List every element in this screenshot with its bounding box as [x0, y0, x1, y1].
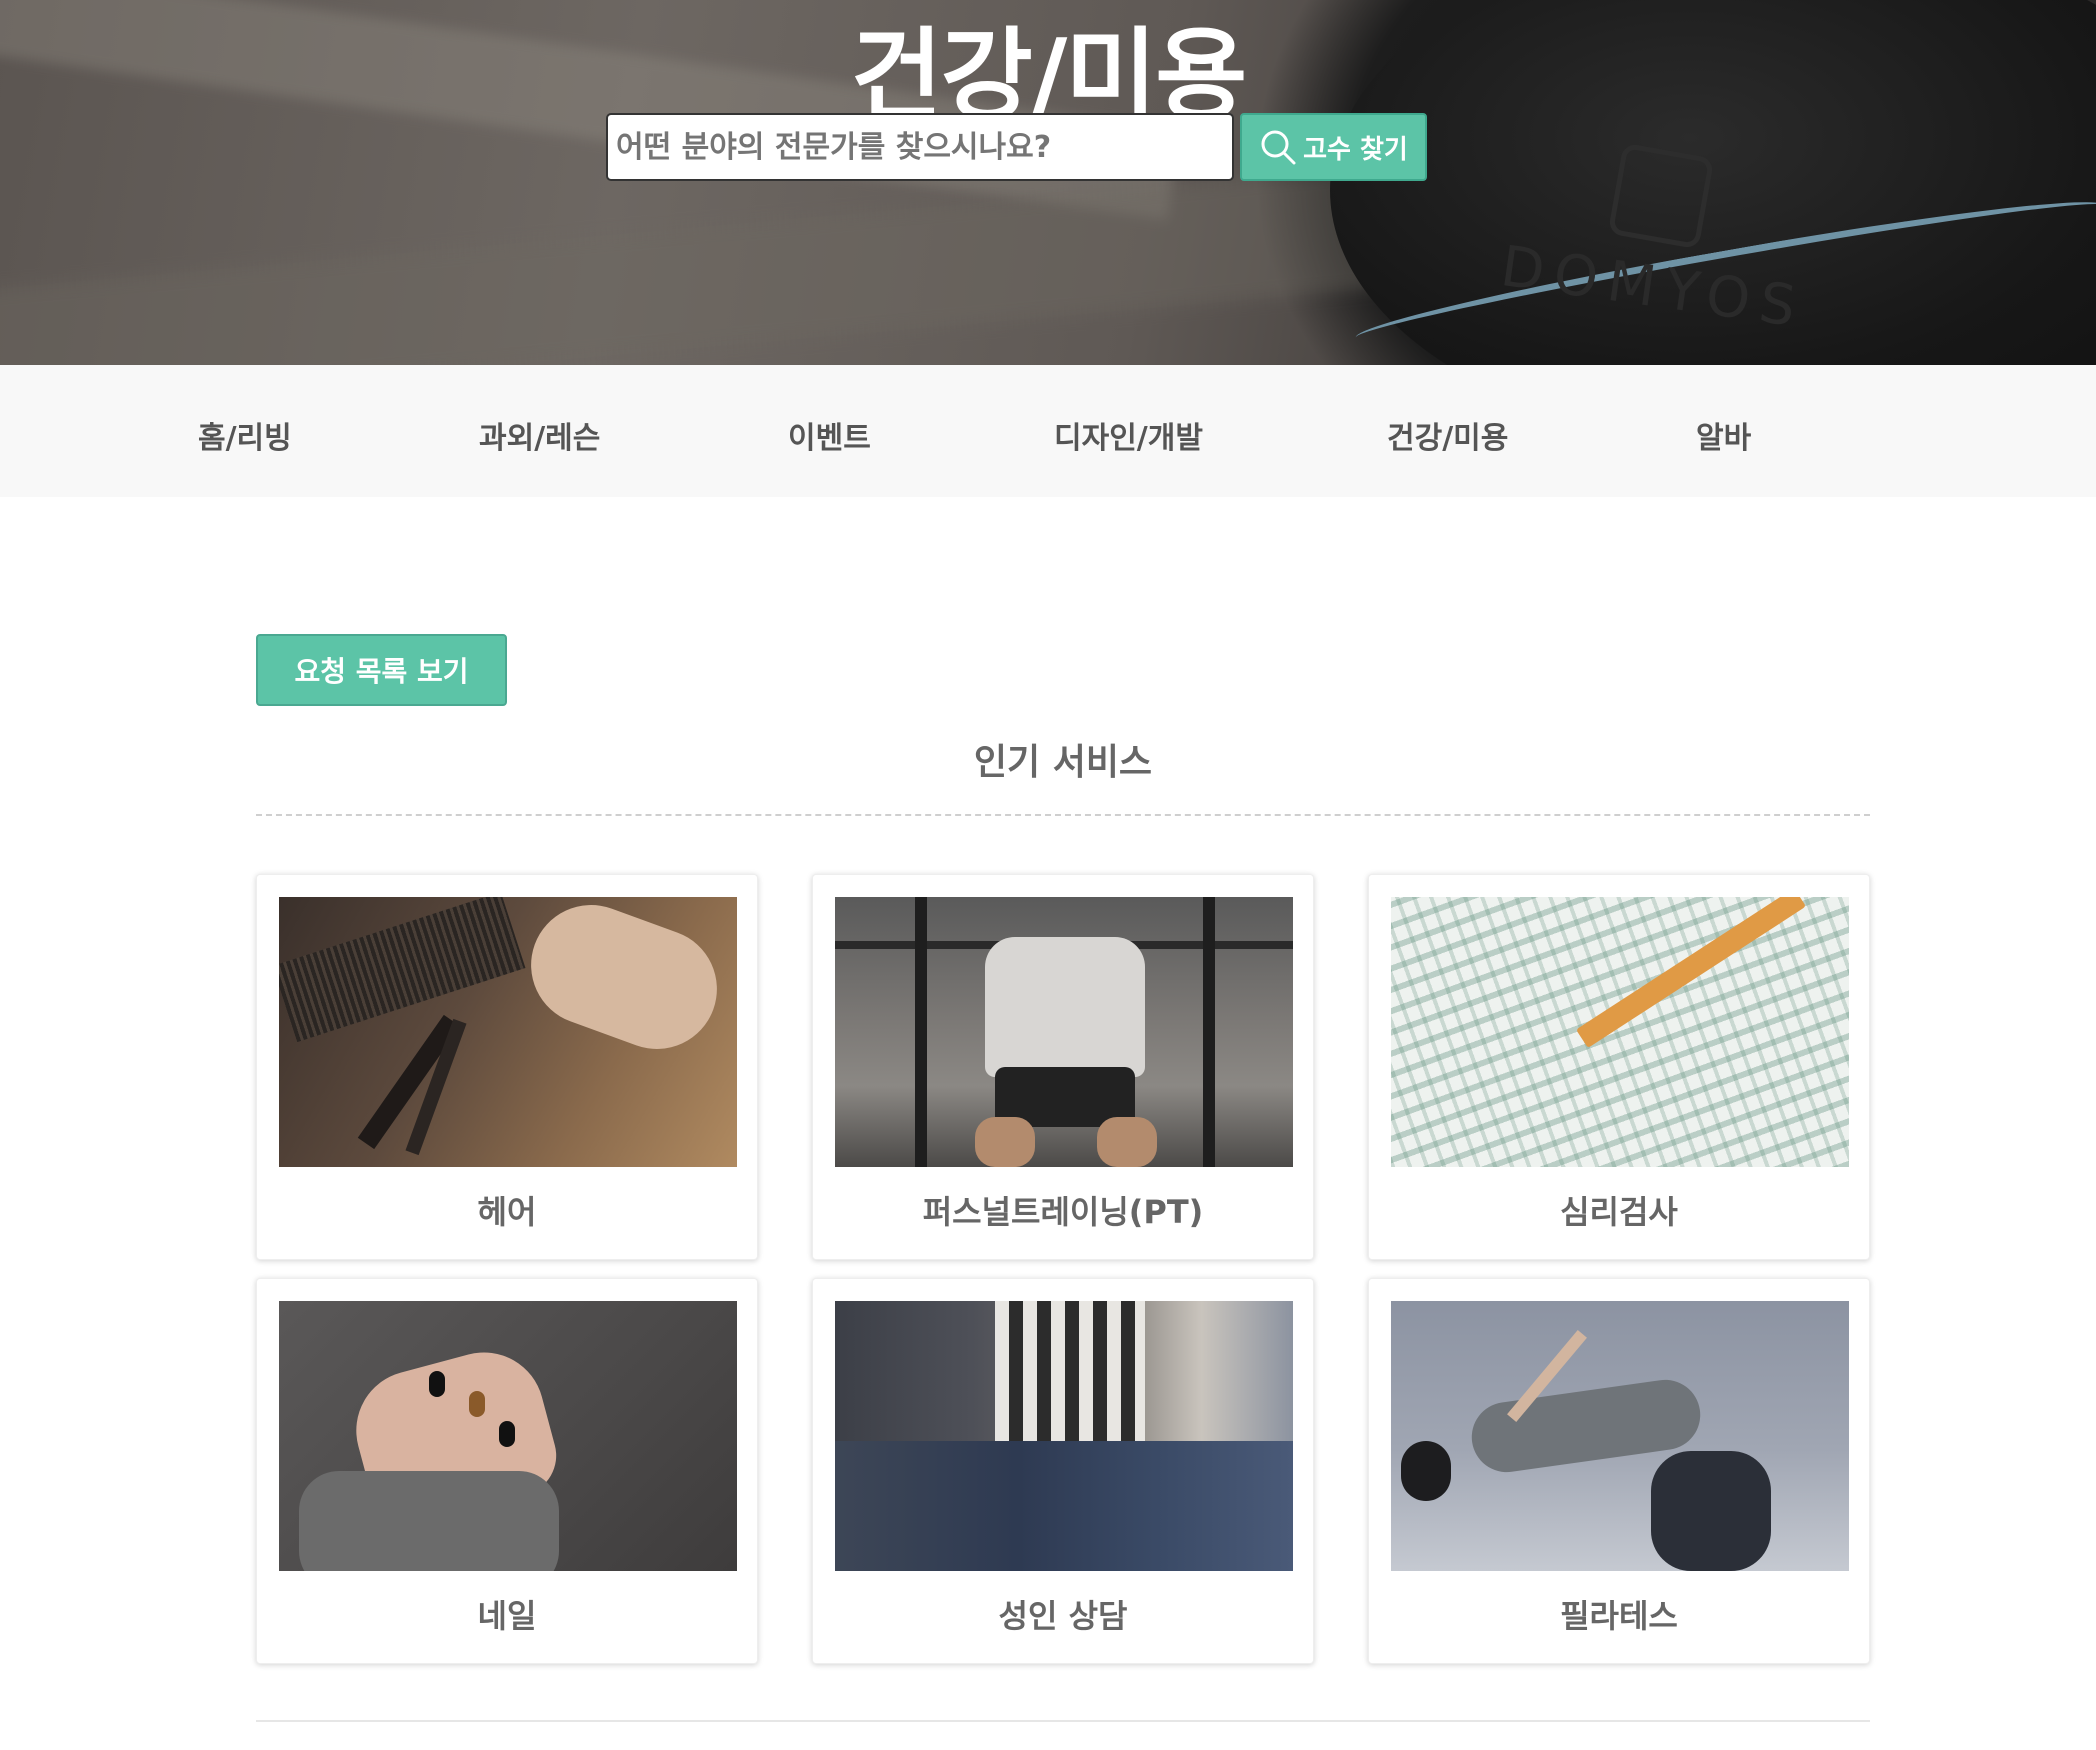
test-sheet-photo — [1391, 897, 1849, 1167]
barbell-photo — [835, 897, 1293, 1167]
request-list-button[interactable]: 요청 목록 보기 — [256, 634, 507, 706]
service-label: 퍼스널트레이닝(PT) — [922, 1193, 1204, 1231]
nav-item-design-dev[interactable]: 디자인/개발 — [1054, 413, 1203, 457]
search-icon — [1261, 130, 1296, 165]
section-divider — [256, 814, 1870, 816]
service-card-personal-training[interactable]: 퍼스널트레이닝(PT) — [812, 874, 1314, 1260]
nav-item-home-living[interactable]: 홈/리빙 — [198, 413, 292, 457]
nav-item-events[interactable]: 이벤트 — [788, 413, 871, 457]
service-card-psych-test[interactable]: 심리검사 — [1368, 874, 1870, 1260]
kettlebell-logo-icon — [1607, 142, 1715, 250]
service-label: 헤어 — [477, 1193, 537, 1231]
service-label: 네일 — [477, 1597, 537, 1635]
nav-item-part-time[interactable]: 알바 — [1696, 413, 1751, 457]
nav-item-tutoring-lessons[interactable]: 과외/레슨 — [479, 413, 600, 457]
pilates-photo — [1391, 1301, 1849, 1571]
service-label: 성인 상담 — [998, 1597, 1128, 1635]
service-card-nail[interactable]: 네일 — [256, 1278, 758, 1664]
section-title: 인기 서비스 — [973, 742, 1153, 783]
people-photo — [835, 1301, 1293, 1571]
category-nav: 홈/리빙 과외/레슨 이벤트 디자인/개발 건강/미용 알바 — [0, 365, 2096, 497]
bottom-divider — [256, 1720, 1870, 1722]
nail-photo — [279, 1301, 737, 1571]
hero-background-texture-2 — [0, 164, 1423, 365]
search-button[interactable]: 고수 찾기 — [1240, 113, 1427, 181]
service-card-hair[interactable]: 헤어 — [256, 874, 758, 1260]
service-label: 심리검사 — [1560, 1193, 1678, 1231]
service-label: 필라테스 — [1560, 1597, 1678, 1635]
search-button-label: 고수 찾기 — [1303, 134, 1408, 165]
service-card-pilates[interactable]: 필라테스 — [1368, 1278, 1870, 1664]
hero-banner: DOMYOS 건강/미용 고수 찾기 — [0, 0, 2096, 365]
scissors-hair-photo — [279, 897, 737, 1167]
service-card-adult-counseling[interactable]: 성인 상담 — [812, 1278, 1314, 1664]
search-input[interactable] — [606, 113, 1234, 181]
nav-item-health-beauty[interactable]: 건강/미용 — [1387, 413, 1508, 457]
